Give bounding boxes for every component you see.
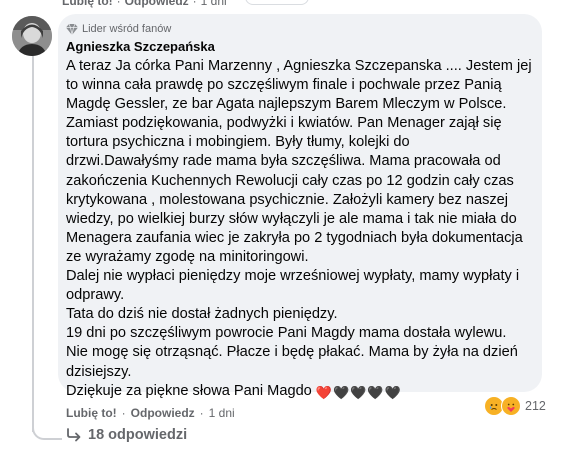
view-replies-link[interactable]: 18 odpowiedzi [66,427,187,443]
separator-dot: · [192,0,197,8]
separator-dot: · [116,0,121,8]
separator-dot: · [121,406,126,420]
previous-comment-actions: Lubię to! · Odpowiedz · 1 dni [62,0,227,8]
previous-reactions-box[interactable] [245,0,309,5]
black-heart-icon: 🖤 [350,384,367,400]
comment-body: A teraz Ja córka Pani Marzenny , Agniesz… [66,58,532,399]
reactions-summary[interactable]: 212 [481,395,549,417]
reaction-count: 212 [525,399,546,413]
separator-dot: · [199,406,204,420]
black-heart-icon: 🖤 [333,384,350,400]
reply-link[interactable]: Odpowiedz [125,0,189,8]
black-heart-icon: 🖤 [367,384,384,400]
thread-line [32,52,34,432]
comment-author[interactable]: Agnieszka Szczepańska [66,39,215,54]
top-fan-badge[interactable]: Lider wśród fanów [66,23,171,35]
care-reaction-icon [501,396,521,416]
badge-label: Lider wśród fanów [82,23,172,35]
like-link[interactable]: Lubię to! [62,0,113,8]
comment-actions: Lubię to! · Odpowiedz · 1 dni [66,406,235,420]
diamond-icon [66,23,78,35]
thread-connector [32,420,62,440]
avatar[interactable] [12,16,52,56]
replies-label: 18 odpowiedzi [88,427,188,443]
avatar-image [12,16,52,56]
red-heart-icon: ❤️ [315,384,332,400]
comment-time[interactable]: 1 dni [201,0,227,8]
black-heart-icon: 🖤 [384,384,401,400]
comment-time[interactable]: 1 dni [209,406,235,420]
like-link[interactable]: Lubię to! [66,406,117,420]
comment-text: A teraz Ja córka Pani Marzenny , Agniesz… [66,57,540,401]
reply-link[interactable]: Odpowiedz [131,406,195,420]
reply-arrow-icon [67,428,81,442]
heart-emojis: ❤️ 🖤 🖤 🖤 🖤 [316,386,401,399]
